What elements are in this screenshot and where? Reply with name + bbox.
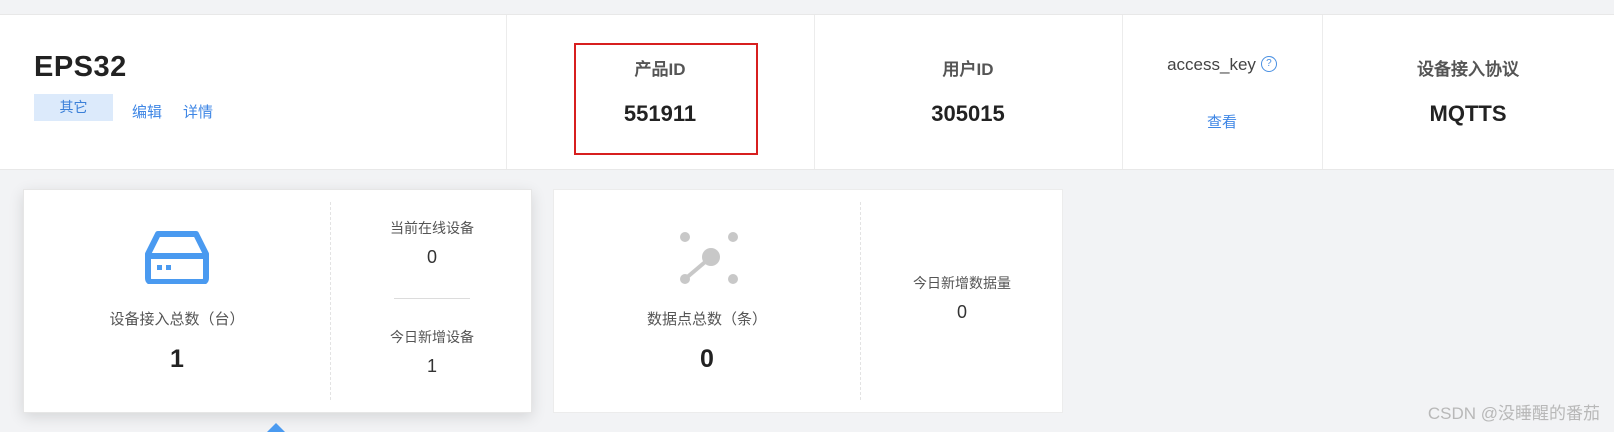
separator-line <box>394 298 470 299</box>
new-data-label: 今日新增数据量 <box>913 275 1011 291</box>
dashed-divider <box>330 202 331 400</box>
access-key-label-row: access_key? <box>1122 55 1322 75</box>
access-key-label: access_key <box>1167 55 1256 74</box>
edit-link[interactable]: 编辑 <box>132 101 162 122</box>
protocol-label: 设备接入协议 <box>1417 60 1519 79</box>
protocol-field: 设备接入协议 MQTTS <box>1322 15 1614 169</box>
new-devices-label: 今日新增设备 <box>390 329 474 345</box>
data-stats-card[interactable]: 数据点总数（条） 0 今日新增数据量 0 <box>553 189 1063 413</box>
protocol-value: MQTTS <box>1429 101 1507 126</box>
help-icon[interactable]: ? <box>1260 55 1277 72</box>
data-total-value: 0 <box>700 345 714 373</box>
online-devices-label: 当前在线设备 <box>390 220 474 236</box>
user-id-field: 用户ID 305015 <box>814 15 1122 169</box>
new-data-value: 0 <box>956 302 967 322</box>
product-name: EPS32 <box>34 51 127 83</box>
highlight-box <box>574 43 758 155</box>
device-total-value: 1 <box>170 345 184 373</box>
data-total-label: 数据点总数（条） <box>646 311 767 328</box>
view-access-key-link[interactable]: 查看 <box>1122 111 1322 132</box>
data-points-icon <box>680 232 738 284</box>
user-id-value: 305015 <box>931 101 1005 126</box>
watermark: CSDN @没睡醒的番茄 <box>1427 404 1600 423</box>
online-devices-value: 0 <box>426 247 437 267</box>
dashed-divider <box>860 202 861 400</box>
device-total-label: 设备接入总数（台） <box>109 311 245 328</box>
category-tag: 其它 <box>34 94 113 121</box>
device-server-icon <box>145 231 209 284</box>
active-card-indicator <box>267 423 285 432</box>
new-devices-value: 1 <box>426 356 437 376</box>
detail-link[interactable]: 详情 <box>183 101 213 122</box>
device-stats-card[interactable]: 设备接入总数（台） 1 当前在线设备 0 今日新增设备 1 <box>23 189 532 413</box>
user-id-label: 用户ID <box>942 60 994 79</box>
access-key-field: access_key? 查看 <box>1122 15 1322 169</box>
top-strip <box>0 0 1614 14</box>
product-info-bar: EPS32 其它 编辑 详情 产品ID 551911 用户ID 305015 a… <box>0 14 1614 170</box>
